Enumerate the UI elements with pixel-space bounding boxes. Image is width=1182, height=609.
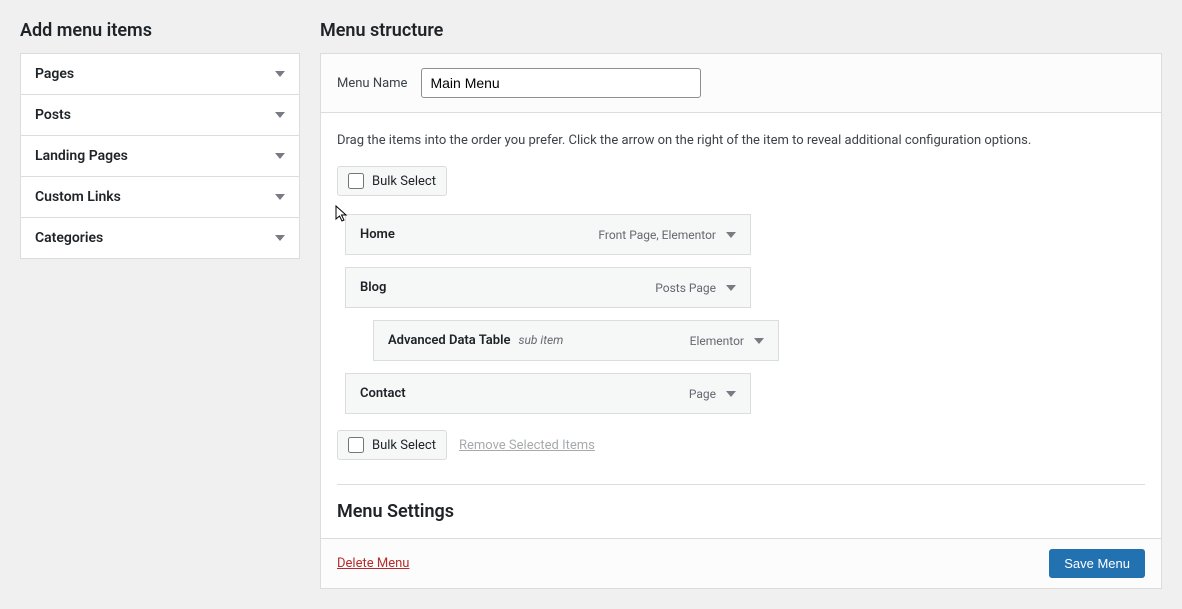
menu-item-advanced-data-table[interactable]: Advanced Data Table sub item Elementor xyxy=(373,320,779,361)
menu-item-type: Page xyxy=(689,387,716,401)
menu-item-type: Front Page, Elementor xyxy=(598,228,716,242)
accordion-custom-links[interactable]: Custom Links xyxy=(21,177,299,218)
chevron-down-icon xyxy=(275,71,285,77)
add-items-accordion: Pages Posts Landing Pages Custom Links C… xyxy=(20,53,300,259)
chevron-down-icon xyxy=(275,235,285,241)
menu-item-type: Posts Page xyxy=(655,281,716,295)
menu-item-home[interactable]: Home Front Page, Elementor xyxy=(345,214,751,255)
accordion-label: Landing Pages xyxy=(35,148,128,164)
menu-item-type: Elementor xyxy=(690,334,744,348)
accordion-label: Pages xyxy=(35,66,74,82)
menu-item-title: Advanced Data Table xyxy=(388,333,510,348)
save-menu-button[interactable]: Save Menu xyxy=(1049,549,1145,578)
accordion-landing-pages[interactable]: Landing Pages xyxy=(21,136,299,177)
chevron-down-icon xyxy=(275,153,285,159)
accordion-pages[interactable]: Pages xyxy=(21,54,299,95)
bulk-select-bottom[interactable]: Bulk Select xyxy=(337,430,447,460)
accordion-posts[interactable]: Posts xyxy=(21,95,299,136)
menu-item-title: Home xyxy=(360,227,395,242)
accordion-label: Categories xyxy=(35,230,103,246)
menu-settings-heading: Menu Settings xyxy=(337,484,1145,522)
bulk-select-top[interactable]: Bulk Select xyxy=(337,166,447,196)
chevron-down-icon[interactable] xyxy=(726,391,736,397)
accordion-categories[interactable]: Categories xyxy=(21,218,299,258)
bulk-select-checkbox[interactable] xyxy=(348,437,364,453)
bulk-select-checkbox[interactable] xyxy=(348,173,364,189)
chevron-down-icon[interactable] xyxy=(726,285,736,291)
accordion-label: Custom Links xyxy=(35,189,121,205)
chevron-down-icon xyxy=(275,112,285,118)
panel-footer: Delete Menu Save Menu xyxy=(321,538,1161,588)
menu-item-blog[interactable]: Blog Posts Page xyxy=(345,267,751,308)
menu-item-sub-label: sub item xyxy=(518,333,563,347)
menu-item-contact[interactable]: Contact Page xyxy=(345,373,751,414)
instructions-text: Drag the items into the order you prefer… xyxy=(337,133,1145,148)
chevron-down-icon xyxy=(275,194,285,200)
panel-header: Menu Name xyxy=(321,54,1161,113)
bulk-select-label: Bulk Select xyxy=(372,438,436,453)
bulk-select-label: Bulk Select xyxy=(372,174,436,189)
menu-structure-panel: Menu Name Drag the items into the order … xyxy=(320,53,1162,589)
accordion-label: Posts xyxy=(35,107,71,123)
menu-name-label: Menu Name xyxy=(337,76,407,91)
menu-structure-heading: Menu structure xyxy=(320,20,1162,41)
delete-menu-link[interactable]: Delete Menu xyxy=(337,556,409,571)
chevron-down-icon[interactable] xyxy=(754,338,764,344)
menu-name-input[interactable] xyxy=(421,68,701,98)
add-items-heading: Add menu items xyxy=(20,20,300,41)
menu-item-title: Contact xyxy=(360,386,406,401)
chevron-down-icon[interactable] xyxy=(726,232,736,238)
menu-item-title: Blog xyxy=(360,280,386,295)
remove-selected-link[interactable]: Remove Selected Items xyxy=(459,438,595,453)
menu-items-list: Home Front Page, Elementor Blog Posts Pa… xyxy=(345,214,1145,414)
